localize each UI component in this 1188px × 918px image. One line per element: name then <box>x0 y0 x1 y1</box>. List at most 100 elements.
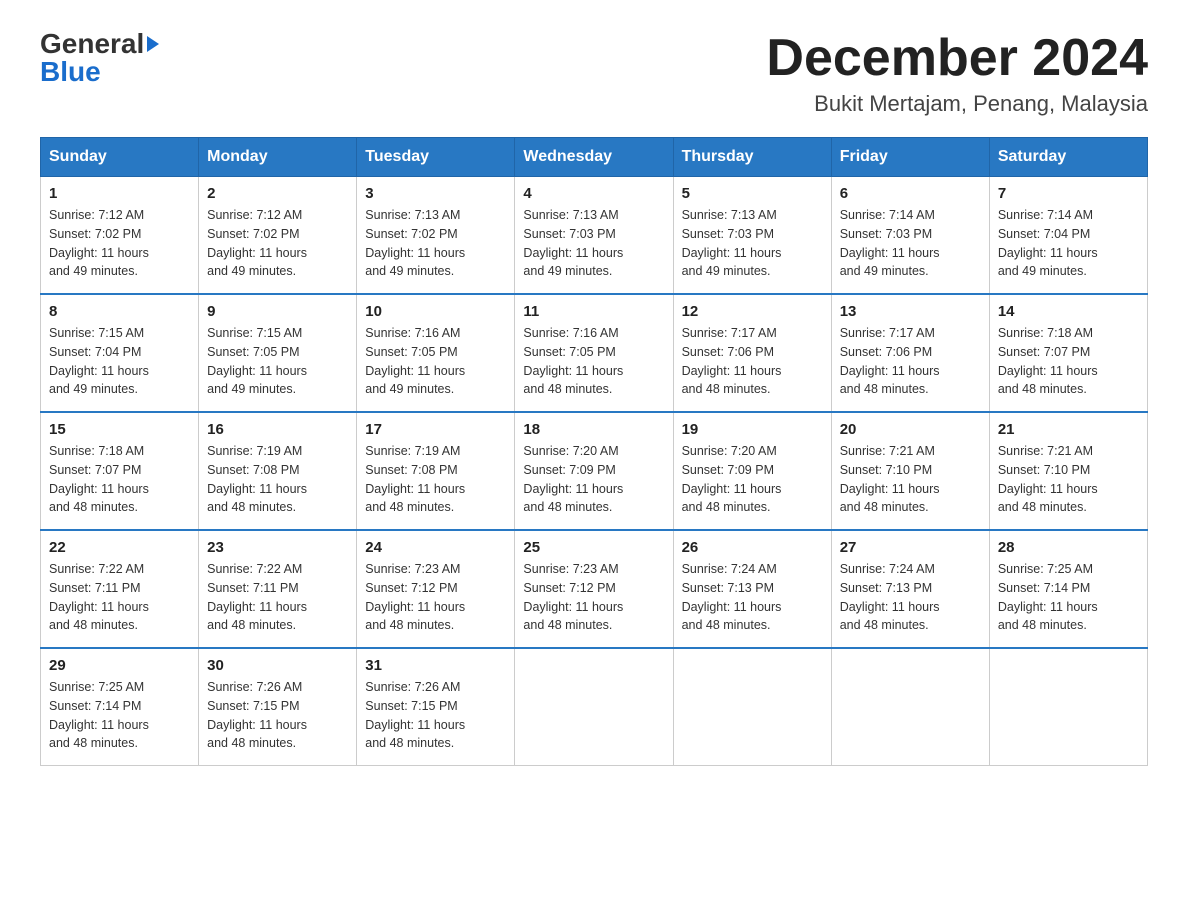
location-text: Bukit Mertajam, Penang, Malaysia <box>766 91 1148 117</box>
calendar-header-saturday: Saturday <box>989 138 1147 177</box>
calendar-week-row: 1 Sunrise: 7:12 AMSunset: 7:02 PMDaylight… <box>41 177 1148 295</box>
day-number: 16 <box>207 421 348 438</box>
day-number: 31 <box>365 657 506 674</box>
day-info: Sunrise: 7:20 AMSunset: 7:09 PMDaylight:… <box>682 442 823 517</box>
calendar-cell: 6 Sunrise: 7:14 AMSunset: 7:03 PMDaylight… <box>831 177 989 295</box>
calendar-cell: 10Sunrise: 7:16 AMSunset: 7:05 PMDayligh… <box>357 294 515 412</box>
day-info: Sunrise: 7:16 AMSunset: 7:05 PMDaylight:… <box>523 324 664 399</box>
day-number: 19 <box>682 421 823 438</box>
day-info: Sunrise: 7:19 AMSunset: 7:08 PMDaylight:… <box>365 442 506 517</box>
day-info: Sunrise: 7:25 AMSunset: 7:14 PMDaylight:… <box>49 678 190 753</box>
logo: General Blue <box>40 30 159 86</box>
logo-arrow-icon <box>147 36 159 52</box>
calendar-week-row: 29Sunrise: 7:25 AMSunset: 7:14 PMDayligh… <box>41 648 1148 766</box>
day-number: 15 <box>49 421 190 438</box>
day-info: Sunrise: 7:13 AMSunset: 7:03 PMDaylight:… <box>523 206 664 281</box>
calendar-cell: 1 Sunrise: 7:12 AMSunset: 7:02 PMDaylight… <box>41 177 199 295</box>
day-number: 4 <box>523 185 664 202</box>
calendar-cell: 31 Sunrise: 7:26 AMSunset: 7:15 PMDayligh… <box>357 648 515 766</box>
day-info: Sunrise: 7:23 AMSunset: 7:12 PMDaylight:… <box>365 560 506 635</box>
day-number: 13 <box>840 303 981 320</box>
month-title: December 2024 <box>766 30 1148 87</box>
day-number: 1 <box>49 185 190 202</box>
day-info: Sunrise: 7:23 AMSunset: 7:12 PMDaylight:… <box>523 560 664 635</box>
calendar-week-row: 22 Sunrise: 7:22 AMSunset: 7:11 PMDayligh… <box>41 530 1148 648</box>
calendar-cell: 25Sunrise: 7:23 AMSunset: 7:12 PMDayligh… <box>515 530 673 648</box>
calendar-cell: 4 Sunrise: 7:13 AMSunset: 7:03 PMDaylight… <box>515 177 673 295</box>
calendar-week-row: 15Sunrise: 7:18 AMSunset: 7:07 PMDayligh… <box>41 412 1148 530</box>
day-number: 12 <box>682 303 823 320</box>
calendar-cell: 24 Sunrise: 7:23 AMSunset: 7:12 PMDayligh… <box>357 530 515 648</box>
calendar-header-thursday: Thursday <box>673 138 831 177</box>
calendar-cell: 17Sunrise: 7:19 AMSunset: 7:08 PMDayligh… <box>357 412 515 530</box>
calendar-cell: 5 Sunrise: 7:13 AMSunset: 7:03 PMDaylight… <box>673 177 831 295</box>
day-info: Sunrise: 7:26 AMSunset: 7:15 PMDaylight:… <box>207 678 348 753</box>
day-number: 20 <box>840 421 981 438</box>
calendar-cell: 27 Sunrise: 7:24 AMSunset: 7:13 PMDayligh… <box>831 530 989 648</box>
day-info: Sunrise: 7:21 AMSunset: 7:10 PMDaylight:… <box>840 442 981 517</box>
day-info: Sunrise: 7:15 AMSunset: 7:04 PMDaylight:… <box>49 324 190 399</box>
day-number: 6 <box>840 185 981 202</box>
calendar-cell: 9 Sunrise: 7:15 AMSunset: 7:05 PMDaylight… <box>199 294 357 412</box>
day-info: Sunrise: 7:24 AMSunset: 7:13 PMDaylight:… <box>682 560 823 635</box>
day-info: Sunrise: 7:13 AMSunset: 7:03 PMDaylight:… <box>682 206 823 281</box>
day-info: Sunrise: 7:25 AMSunset: 7:14 PMDaylight:… <box>998 560 1139 635</box>
day-info: Sunrise: 7:20 AMSunset: 7:09 PMDaylight:… <box>523 442 664 517</box>
calendar-cell: 3 Sunrise: 7:13 AMSunset: 7:02 PMDaylight… <box>357 177 515 295</box>
logo-blue-text: Blue <box>40 58 101 86</box>
day-info: Sunrise: 7:13 AMSunset: 7:02 PMDaylight:… <box>365 206 506 281</box>
day-number: 3 <box>365 185 506 202</box>
calendar-table: SundayMondayTuesdayWednesdayThursdayFrid… <box>40 137 1148 766</box>
calendar-cell: 7 Sunrise: 7:14 AMSunset: 7:04 PMDaylight… <box>989 177 1147 295</box>
calendar-cell: 23 Sunrise: 7:22 AMSunset: 7:11 PMDayligh… <box>199 530 357 648</box>
day-number: 21 <box>998 421 1139 438</box>
calendar-cell: 19 Sunrise: 7:20 AMSunset: 7:09 PMDayligh… <box>673 412 831 530</box>
day-number: 2 <box>207 185 348 202</box>
calendar-cell: 11 Sunrise: 7:16 AMSunset: 7:05 PMDayligh… <box>515 294 673 412</box>
day-info: Sunrise: 7:22 AMSunset: 7:11 PMDaylight:… <box>207 560 348 635</box>
calendar-cell <box>515 648 673 766</box>
day-info: Sunrise: 7:26 AMSunset: 7:15 PMDaylight:… <box>365 678 506 753</box>
calendar-cell: 22 Sunrise: 7:22 AMSunset: 7:11 PMDayligh… <box>41 530 199 648</box>
day-number: 22 <box>49 539 190 556</box>
day-number: 14 <box>998 303 1139 320</box>
day-number: 26 <box>682 539 823 556</box>
calendar-header-friday: Friday <box>831 138 989 177</box>
calendar-cell: 20 Sunrise: 7:21 AMSunset: 7:10 PMDayligh… <box>831 412 989 530</box>
day-info: Sunrise: 7:24 AMSunset: 7:13 PMDaylight:… <box>840 560 981 635</box>
day-info: Sunrise: 7:19 AMSunset: 7:08 PMDaylight:… <box>207 442 348 517</box>
calendar-cell: 15Sunrise: 7:18 AMSunset: 7:07 PMDayligh… <box>41 412 199 530</box>
day-info: Sunrise: 7:17 AMSunset: 7:06 PMDaylight:… <box>682 324 823 399</box>
day-info: Sunrise: 7:17 AMSunset: 7:06 PMDaylight:… <box>840 324 981 399</box>
day-info: Sunrise: 7:12 AMSunset: 7:02 PMDaylight:… <box>207 206 348 281</box>
day-number: 24 <box>365 539 506 556</box>
day-number: 10 <box>365 303 506 320</box>
calendar-cell <box>831 648 989 766</box>
calendar-cell: 29Sunrise: 7:25 AMSunset: 7:14 PMDayligh… <box>41 648 199 766</box>
day-info: Sunrise: 7:12 AMSunset: 7:02 PMDaylight:… <box>49 206 190 281</box>
calendar-cell: 30Sunrise: 7:26 AMSunset: 7:15 PMDayligh… <box>199 648 357 766</box>
calendar-cell: 16 Sunrise: 7:19 AMSunset: 7:08 PMDayligh… <box>199 412 357 530</box>
day-info: Sunrise: 7:14 AMSunset: 7:04 PMDaylight:… <box>998 206 1139 281</box>
calendar-header-tuesday: Tuesday <box>357 138 515 177</box>
day-info: Sunrise: 7:18 AMSunset: 7:07 PMDaylight:… <box>998 324 1139 399</box>
day-info: Sunrise: 7:14 AMSunset: 7:03 PMDaylight:… <box>840 206 981 281</box>
calendar-cell: 2 Sunrise: 7:12 AMSunset: 7:02 PMDaylight… <box>199 177 357 295</box>
calendar-cell: 26 Sunrise: 7:24 AMSunset: 7:13 PMDayligh… <box>673 530 831 648</box>
day-number: 5 <box>682 185 823 202</box>
day-number: 27 <box>840 539 981 556</box>
day-number: 23 <box>207 539 348 556</box>
day-number: 9 <box>207 303 348 320</box>
calendar-header-sunday: Sunday <box>41 138 199 177</box>
day-number: 11 <box>523 303 664 320</box>
calendar-cell: 28Sunrise: 7:25 AMSunset: 7:14 PMDayligh… <box>989 530 1147 648</box>
day-number: 7 <box>998 185 1139 202</box>
day-info: Sunrise: 7:21 AMSunset: 7:10 PMDaylight:… <box>998 442 1139 517</box>
calendar-cell: 14 Sunrise: 7:18 AMSunset: 7:07 PMDayligh… <box>989 294 1147 412</box>
calendar-header-row: SundayMondayTuesdayWednesdayThursdayFrid… <box>41 138 1148 177</box>
day-info: Sunrise: 7:22 AMSunset: 7:11 PMDaylight:… <box>49 560 190 635</box>
calendar-cell: 8Sunrise: 7:15 AMSunset: 7:04 PMDaylight… <box>41 294 199 412</box>
calendar-cell: 12 Sunrise: 7:17 AMSunset: 7:06 PMDayligh… <box>673 294 831 412</box>
day-info: Sunrise: 7:15 AMSunset: 7:05 PMDaylight:… <box>207 324 348 399</box>
calendar-cell <box>989 648 1147 766</box>
